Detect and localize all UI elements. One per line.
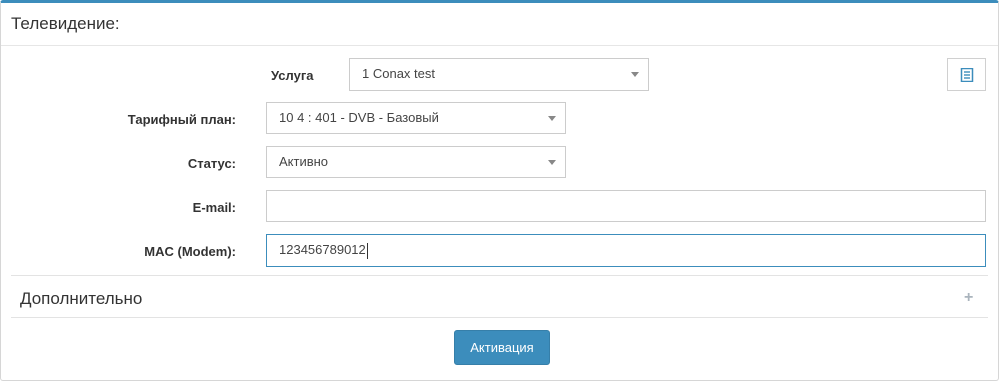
mac-label: MAC (Modem):: [144, 244, 236, 259]
status-select-value: Активно: [279, 154, 329, 169]
list-icon: [960, 67, 973, 82]
tariff-select[interactable]: 10 4 : 401 - DVB - Базовый: [266, 102, 566, 134]
email-label: E-mail:: [192, 200, 236, 215]
text-cursor: [366, 242, 368, 259]
tariff-select-value: 10 4 : 401 - DVB - Базовый: [279, 110, 439, 125]
mac-field[interactable]: 123456789012: [266, 234, 986, 267]
divider: [11, 317, 988, 318]
chevron-down-icon: [548, 160, 556, 165]
activate-button[interactable]: Активация: [454, 330, 550, 365]
tv-panel: Телевидение: Услуга 1 Conax test Тарифны…: [0, 0, 999, 381]
tariff-label: Тарифный план:: [127, 112, 236, 127]
service-select-value: 1 Conax test: [362, 66, 435, 81]
plus-icon[interactable]: +: [964, 289, 973, 307]
status-label: Статус:: [187, 156, 236, 171]
status-select[interactable]: Активно: [266, 146, 566, 178]
extra-section-title[interactable]: Дополнительно: [20, 289, 142, 309]
chevron-down-icon: [548, 116, 556, 121]
service-label: Услуга: [271, 68, 314, 83]
panel-header: Телевидение:: [1, 3, 998, 46]
panel-title: Телевидение:: [11, 14, 120, 33]
service-select[interactable]: 1 Conax test: [349, 58, 649, 91]
divider: [11, 275, 988, 276]
mac-field-value: 123456789012: [279, 242, 366, 257]
service-list-button[interactable]: [947, 58, 986, 91]
chevron-down-icon: [631, 72, 639, 77]
email-field[interactable]: [266, 190, 986, 222]
